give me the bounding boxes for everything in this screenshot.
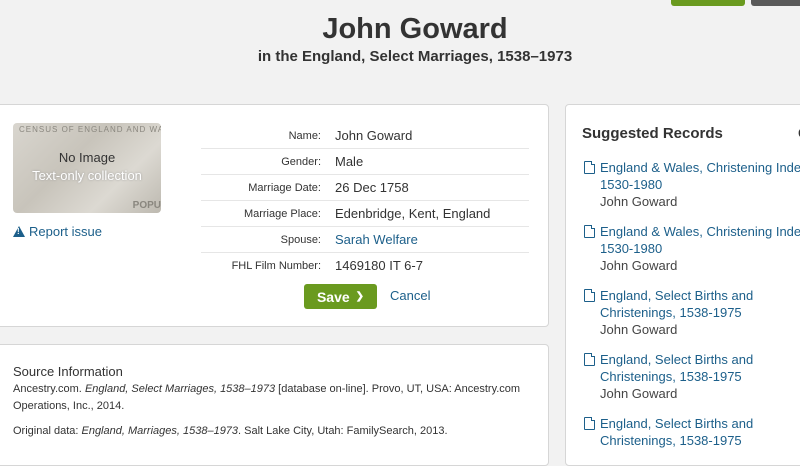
source-title: Source Information <box>13 364 123 379</box>
fact-label: Gender: <box>201 148 335 175</box>
document-icon <box>584 417 595 430</box>
chevron-down-icon: ❯ <box>355 291 365 302</box>
report-issue-label: Report issue <box>29 224 102 239</box>
fact-label: Marriage Place: <box>201 200 335 227</box>
original-data-title: England, Marriages, 1538–1973 <box>81 425 239 437</box>
suggested-record-item[interactable]: England, Select Births and Christenings,… <box>584 351 800 402</box>
thumbnail-ghost-text: CENSUS OF ENGLAND AND WALES <box>19 125 161 134</box>
fact-value: John Goward <box>335 123 529 149</box>
suggested-record-item[interactable]: England, Select Births and Christenings,… <box>584 415 800 449</box>
fact-value: 26 Dec 1758 <box>335 174 529 201</box>
citation-database-title: England, Select Marriages, 1538–1973 <box>84 383 276 395</box>
fact-value: Edenbridge, Kent, England <box>335 200 529 227</box>
original-data-prefix: Original data: <box>13 425 82 437</box>
cancel-link[interactable]: Cancel <box>390 288 430 303</box>
citation-prefix: Ancestry.com. <box>13 383 85 395</box>
suggested-record-person: John Goward <box>600 258 678 273</box>
fact-value: Male <box>335 148 529 175</box>
fact-row-spouse: Spouse: Sarah Welfare <box>201 226 529 253</box>
fact-row-marriage-place: Marriage Place: Edenbridge, Kent, Englan… <box>201 200 529 227</box>
no-image-label: No Image <box>58 150 116 165</box>
source-information-card: Source Information Ancestry.com. England… <box>0 344 549 466</box>
record-facts-table: Name: John Goward Gender: Male Marriage … <box>201 123 529 278</box>
suggested-record-item[interactable]: England, Select Births and Christenings,… <box>584 287 800 338</box>
top-gray-button[interactable] <box>751 0 800 6</box>
document-icon <box>584 161 595 174</box>
source-original-data: Original data: England, Marriages, 1538–… <box>13 425 533 437</box>
suggested-record-link[interactable]: England, Select Births and Christenings,… <box>600 287 800 321</box>
suggested-record-person: John Goward <box>600 386 678 401</box>
suggested-records-panel: Suggested Records C England & Wales, Chr… <box>565 104 800 466</box>
thumbnail-ghost-text-2: POPU <box>132 200 161 211</box>
suggested-record-person: John Goward <box>600 194 678 209</box>
record-card: CENSUS OF ENGLAND AND WALES POPU No Imag… <box>0 104 549 327</box>
text-only-label: Text-only collection <box>32 168 142 183</box>
top-green-button[interactable] <box>671 0 745 6</box>
suggested-record-person: John Goward <box>600 322 678 337</box>
suggested-records-title: Suggested Records <box>582 125 723 142</box>
suggested-record-link[interactable]: England & Wales, Christening Index, 1530… <box>600 223 800 257</box>
fact-label: Marriage Date: <box>201 174 335 201</box>
suggested-record-item[interactable]: England & Wales, Christening Index, 1530… <box>584 159 800 210</box>
fact-row-fhl-film-number: FHL Film Number: 1469180 IT 6-7 <box>201 253 529 279</box>
suggested-record-link[interactable]: England & Wales, Christening Index, 1530… <box>600 159 800 193</box>
page-subtitle: in the England, Select Marriages, 1538–1… <box>257 48 573 65</box>
suggested-record-item[interactable]: England & Wales, Christening Index, 1530… <box>584 223 800 274</box>
page-header: John Goward in the England, Select Marri… <box>0 12 800 65</box>
fact-label: FHL Film Number: <box>231 259 321 272</box>
page-title: John Goward <box>322 13 508 45</box>
fact-value: 1469180 IT 6-7 <box>335 258 423 273</box>
original-data-suffix: . Salt Lake City, Utah: FamilySearch, 20… <box>238 425 448 437</box>
source-citation: Ancestry.com. England, Select Marriages,… <box>13 381 533 415</box>
fact-row-marriage-date: Marriage Date: 26 Dec 1758 <box>201 174 529 201</box>
document-icon <box>584 353 595 366</box>
document-icon <box>584 289 595 302</box>
report-issue-link[interactable]: Report issue <box>13 224 102 239</box>
spouse-link[interactable]: Sarah Welfare <box>335 226 529 253</box>
document-icon <box>584 225 595 238</box>
suggested-record-link[interactable]: England, Select Births and Christenings,… <box>600 351 800 385</box>
fact-label: Spouse: <box>201 226 335 253</box>
fact-row-gender: Gender: Male <box>201 148 529 175</box>
fact-row-name: Name: John Goward <box>201 123 529 149</box>
record-thumbnail[interactable]: CENSUS OF ENGLAND AND WALES POPU No Imag… <box>13 123 161 213</box>
save-button-label: Save <box>316 288 350 305</box>
warning-icon <box>13 226 25 237</box>
fact-label: Name: <box>201 123 335 149</box>
suggested-record-link[interactable]: England, Select Births and Christenings,… <box>600 415 800 449</box>
save-button[interactable]: Save ❯ <box>304 284 377 309</box>
